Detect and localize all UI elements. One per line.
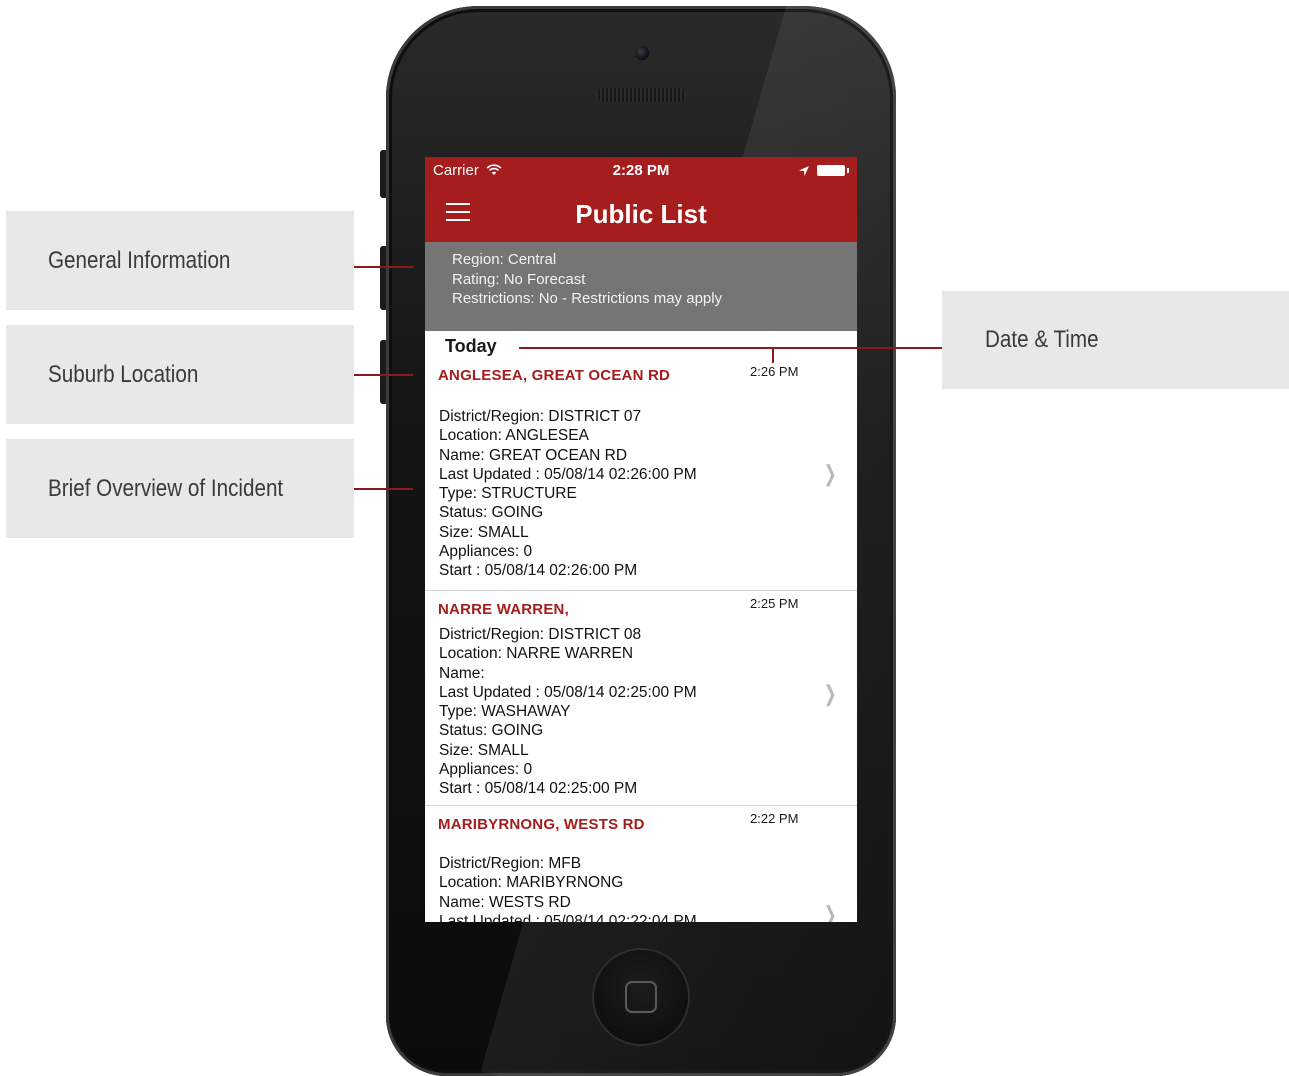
location-arrow-icon bbox=[799, 166, 809, 176]
incident-time: 2:25 PM bbox=[750, 596, 799, 611]
battery-icon bbox=[817, 165, 849, 176]
incident-row[interactable]: MARIBYRNONG, WESTS RD 2:22 PM District/R… bbox=[425, 806, 857, 922]
detail-line: Start : 05/08/14 02:25:00 PM bbox=[439, 780, 638, 798]
section-header-today: Today bbox=[425, 331, 857, 359]
callout-brief-overview-label: Brief Overview of Incident bbox=[48, 474, 284, 502]
detail-line: District/Region: DISTRICT 07 bbox=[439, 408, 642, 425]
callout-general-information-label: General Information bbox=[48, 246, 231, 274]
detail-line: Location: MARIBYRNONG bbox=[439, 874, 624, 892]
incident-details: District/Region: MFB Location: MARIBYRNO… bbox=[439, 854, 697, 922]
detail-line: District/Region: MFB bbox=[439, 855, 582, 872]
incident-row[interactable]: NARRE WARREN, 2:25 PM District/Region: D… bbox=[425, 591, 857, 806]
incident-suburb: ANGLESEA, GREAT OCEAN RD bbox=[438, 367, 671, 384]
incident-suburb: MARIBYRNONG, WESTS RD bbox=[438, 816, 645, 833]
incident-row[interactable]: ANGLESEA, GREAT OCEAN RD 2:26 PM Distric… bbox=[425, 359, 857, 591]
detail-line: Location: NARRE WARREN bbox=[439, 645, 634, 663]
info-restrictions: Restrictions: No - Restrictions may appl… bbox=[452, 290, 723, 307]
connector-date-time bbox=[519, 347, 942, 349]
phone-screen: Carrier 2:28 PM Public List Region: Cent… bbox=[425, 157, 857, 922]
detail-line: Last Updated : 05/08/14 02:25:00 PM bbox=[439, 683, 697, 701]
chevron-right-icon: ❯ bbox=[823, 681, 837, 706]
status-bar: Carrier 2:28 PM bbox=[425, 157, 857, 185]
detail-line: Size: SMALL bbox=[439, 741, 529, 759]
page-title: Public List bbox=[575, 199, 707, 229]
detail-line: District/Region: DISTRICT 08 bbox=[439, 626, 642, 643]
earpiece-speaker bbox=[596, 88, 686, 102]
detail-line: Name: GREAT OCEAN RD bbox=[439, 446, 628, 464]
detail-line: Appliances: 0 bbox=[439, 543, 533, 561]
callout-suburb-location-label: Suburb Location bbox=[48, 360, 199, 388]
connector-date-time-tick bbox=[772, 347, 774, 363]
detail-line: Status: GOING bbox=[439, 504, 544, 522]
detail-line: Name: bbox=[439, 664, 485, 682]
detail-line: Last Updated : 05/08/14 02:26:00 PM bbox=[439, 465, 697, 483]
callout-suburb-location: Suburb Location bbox=[6, 325, 354, 424]
section-label: Today bbox=[445, 336, 497, 356]
detail-line: Name: WESTS RD bbox=[439, 893, 571, 911]
callout-general-information: General Information bbox=[6, 211, 354, 310]
front-camera bbox=[635, 46, 649, 60]
callout-date-time: Date & Time bbox=[942, 291, 1289, 389]
detail-line: Last Updated : 05/08/14 02:22:04 PM bbox=[439, 912, 697, 922]
chevron-right-icon: ❯ bbox=[823, 902, 837, 922]
info-region: Region: Central bbox=[452, 251, 557, 268]
nav-bar: Public List bbox=[425, 185, 857, 242]
home-button-icon bbox=[625, 981, 657, 1013]
detail-line: Start : 05/08/14 02:26:00 PM bbox=[439, 562, 638, 580]
connector-suburb-location bbox=[354, 374, 413, 376]
detail-line: Appliances: 0 bbox=[439, 761, 533, 779]
connector-brief-overview bbox=[354, 488, 413, 490]
incident-time: 2:22 PM bbox=[750, 811, 799, 826]
callout-brief-overview: Brief Overview of Incident bbox=[6, 439, 354, 538]
incident-details: District/Region: DISTRICT 07 Location: A… bbox=[439, 407, 697, 581]
detail-line: Type: WASHAWAY bbox=[439, 703, 571, 721]
incident-suburb: NARRE WARREN, bbox=[438, 601, 569, 618]
general-info-panel: Region: Central Rating: No Forecast Rest… bbox=[425, 242, 857, 331]
detail-line: Status: GOING bbox=[439, 722, 544, 740]
callout-date-time-label: Date & Time bbox=[985, 326, 1099, 353]
detail-line: Size: SMALL bbox=[439, 523, 529, 541]
chevron-right-icon: ❯ bbox=[823, 461, 837, 486]
detail-line: Location: ANGLESEA bbox=[439, 427, 589, 445]
incident-time: 2:26 PM bbox=[750, 364, 799, 379]
incident-details: District/Region: DISTRICT 08 Location: N… bbox=[439, 625, 697, 799]
connector-general-info bbox=[354, 266, 413, 268]
status-time: 2:28 PM bbox=[612, 162, 670, 179]
info-rating: Rating: No Forecast bbox=[452, 270, 586, 288]
detail-line: Type: STRUCTURE bbox=[439, 485, 577, 503]
